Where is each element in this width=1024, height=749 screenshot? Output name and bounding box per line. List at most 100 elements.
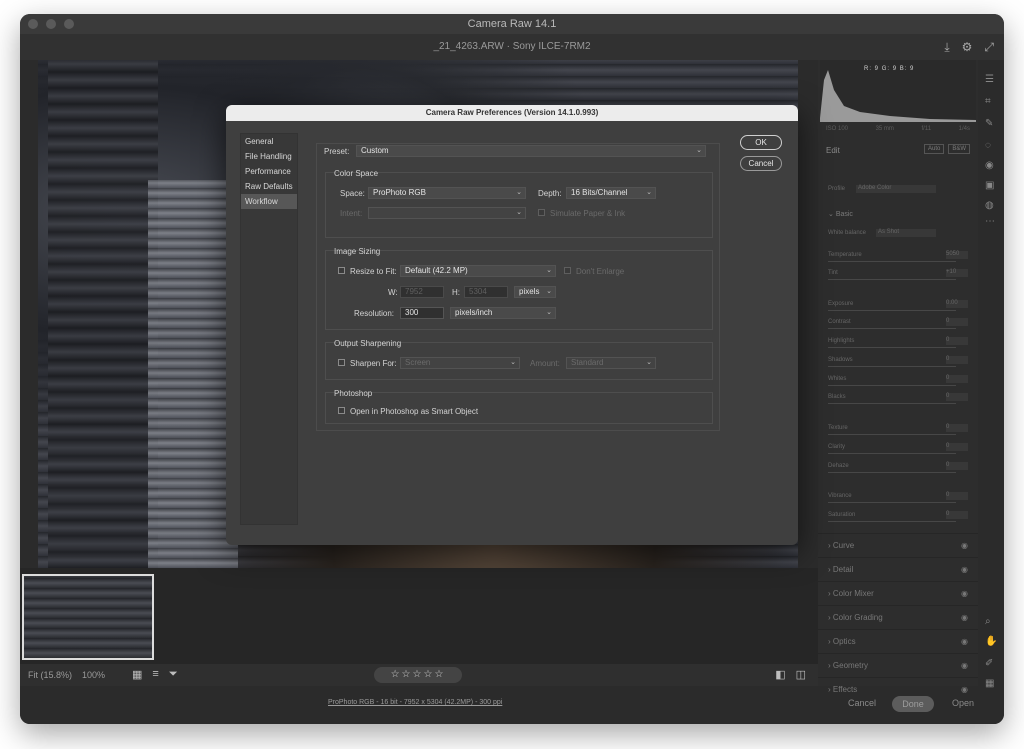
intent-dropdown[interactable]: ⌄ bbox=[368, 207, 526, 219]
nav-general[interactable]: General bbox=[241, 134, 297, 149]
slider-value-input[interactable]: 0 bbox=[946, 393, 968, 401]
sort-icon[interactable]: ≡ bbox=[152, 668, 158, 681]
zoom-window-button[interactable] bbox=[64, 19, 74, 29]
slider-value-input[interactable]: 0 bbox=[946, 318, 968, 326]
bw-button[interactable]: B&W bbox=[948, 144, 970, 154]
slider-value-input[interactable]: 5050 bbox=[946, 251, 968, 259]
compare-icon[interactable]: ◫ bbox=[796, 668, 806, 681]
mask-icon[interactable]: ◌ bbox=[985, 140, 991, 151]
width-input[interactable]: 7952 bbox=[400, 286, 444, 298]
slider-value-input[interactable]: 0 bbox=[946, 337, 968, 345]
nav-performance[interactable]: Performance bbox=[241, 164, 297, 179]
section-geometry[interactable]: › Geometry ◉ bbox=[818, 653, 978, 677]
slider-track[interactable] bbox=[828, 472, 956, 473]
slider-value-input[interactable]: 0 bbox=[946, 492, 968, 500]
nav-file-handling[interactable]: File Handling bbox=[241, 149, 297, 164]
slider-track[interactable] bbox=[828, 261, 956, 262]
profile-dropdown[interactable]: Adobe Color bbox=[856, 185, 936, 193]
fullscreen-icon[interactable]: ⤢ bbox=[984, 34, 994, 60]
color-sampler-icon[interactable]: ✐ bbox=[985, 658, 993, 669]
slider-track[interactable] bbox=[828, 385, 956, 386]
nav-raw-defaults[interactable]: Raw Defaults bbox=[241, 179, 297, 194]
zoom-dropdown[interactable]: 100% bbox=[82, 670, 105, 680]
section-color-mixer[interactable]: › Color Mixer ◉ bbox=[818, 581, 978, 605]
close-window-button[interactable] bbox=[28, 19, 38, 29]
fit-zoom-button[interactable]: Fit (15.8%) bbox=[28, 670, 72, 680]
slider-value-input[interactable]: 0 bbox=[946, 375, 968, 383]
zoom-tool-icon[interactable]: ⌕ bbox=[985, 616, 991, 627]
resolution-unit-dropdown[interactable]: pixels/inch ⌄ bbox=[450, 307, 556, 319]
section-curve[interactable]: › Curve ◉ bbox=[818, 533, 978, 557]
slider-value-input[interactable]: 0 bbox=[946, 424, 968, 432]
sharpen-for-checkbox[interactable] bbox=[338, 359, 345, 366]
filter-icon[interactable]: ⏷ bbox=[169, 668, 178, 681]
slider-value-input[interactable]: 0.00 bbox=[946, 300, 968, 308]
slider-track[interactable] bbox=[828, 279, 956, 280]
gear-icon[interactable]: ⚙ bbox=[962, 34, 973, 60]
more-icon[interactable]: ⋯ bbox=[985, 216, 995, 227]
nav-workflow[interactable]: Workflow bbox=[241, 194, 297, 209]
visibility-eye-icon[interactable]: ◉ bbox=[961, 654, 968, 678]
simulate-paper-checkbox[interactable] bbox=[538, 209, 545, 216]
visibility-eye-icon[interactable]: ◉ bbox=[961, 678, 968, 702]
slider-value-input[interactable]: 0 bbox=[946, 511, 968, 519]
minimize-window-button[interactable] bbox=[46, 19, 56, 29]
resolution-input[interactable]: 300 bbox=[400, 307, 444, 319]
slider-value-input[interactable]: 0 bbox=[946, 462, 968, 470]
slider-track[interactable] bbox=[828, 453, 956, 454]
slider-track[interactable] bbox=[828, 434, 956, 435]
depth-dropdown[interactable]: 16 Bits/Channel ⌄ bbox=[566, 187, 656, 199]
dialog-cancel-button[interactable]: Cancel bbox=[740, 156, 782, 171]
visibility-eye-icon[interactable]: ◉ bbox=[961, 630, 968, 654]
white-balance-dropdown[interactable]: As Shot bbox=[876, 229, 936, 237]
visibility-eye-icon[interactable]: ◉ bbox=[961, 534, 968, 558]
slider-track[interactable] bbox=[828, 521, 956, 522]
section-detail[interactable]: › Detail ◉ bbox=[818, 557, 978, 581]
height-input[interactable]: 5304 bbox=[464, 286, 508, 298]
sharpen-for-dropdown[interactable]: Screen ⌄ bbox=[400, 357, 520, 369]
section-color-grading[interactable]: › Color Grading ◉ bbox=[818, 605, 978, 629]
slider-track[interactable] bbox=[828, 310, 956, 311]
save-icon[interactable]: ⤓ bbox=[944, 34, 949, 60]
crop-icon[interactable]: ⌗ bbox=[985, 96, 991, 107]
before-after-icon[interactable]: ◧ bbox=[775, 668, 785, 681]
amount-dropdown[interactable]: Standard ⌄ bbox=[566, 357, 656, 369]
auto-button[interactable]: Auto bbox=[923, 144, 945, 154]
filmstrip-layout-icon[interactable]: ▦ bbox=[132, 668, 142, 681]
slider-track[interactable] bbox=[828, 502, 956, 503]
dont-enlarge-checkbox[interactable] bbox=[564, 267, 571, 274]
star-rating[interactable]: ☆☆☆☆☆ bbox=[374, 667, 462, 683]
space-dropdown[interactable]: ProPhoto RGB ⌄ bbox=[368, 187, 526, 199]
brush-icon[interactable]: ✎ bbox=[985, 118, 993, 129]
slider-track[interactable] bbox=[828, 366, 956, 367]
visibility-eye-icon[interactable]: ◉ bbox=[961, 558, 968, 582]
resize-to-fit-checkbox[interactable] bbox=[338, 267, 345, 274]
red-eye-icon[interactable]: ◉ bbox=[985, 160, 994, 171]
slider-track[interactable] bbox=[828, 403, 956, 404]
hand-tool-icon[interactable]: ✋ bbox=[985, 636, 997, 647]
visibility-eye-icon[interactable]: ◉ bbox=[961, 606, 968, 630]
filmstrip-thumbnail[interactable] bbox=[22, 574, 154, 660]
simulate-paper-label: Simulate Paper & Ink bbox=[550, 209, 626, 218]
slider-track[interactable] bbox=[828, 347, 956, 348]
workflow-options-link[interactable]: ProPhoto RGB - 16 bit - 7952 x 5304 (42.… bbox=[328, 699, 502, 706]
section-optics[interactable]: › Optics ◉ bbox=[818, 629, 978, 653]
slider-value-input[interactable]: 0 bbox=[946, 356, 968, 364]
size-unit-dropdown[interactable]: pixels ⌄ bbox=[514, 286, 556, 298]
slider-row-shadows: Shadows 0 bbox=[828, 356, 968, 367]
edit-sliders-icon[interactable]: ☰ bbox=[985, 74, 994, 85]
snapshot-icon[interactable]: ▣ bbox=[985, 180, 994, 191]
section-effects[interactable]: › Effects ◉ bbox=[818, 677, 978, 701]
visibility-eye-icon[interactable]: ◉ bbox=[961, 582, 968, 606]
resize-to-fit-dropdown[interactable]: Default (42.2 MP) ⌄ bbox=[400, 265, 556, 277]
slider-value-input[interactable]: +10 bbox=[946, 269, 968, 277]
grid-icon[interactable]: ▦ bbox=[985, 678, 994, 689]
slider-track[interactable] bbox=[828, 328, 956, 329]
ok-button[interactable]: OK bbox=[740, 135, 782, 150]
slider-value-input[interactable]: 0 bbox=[946, 443, 968, 451]
presets-icon[interactable]: ◍ bbox=[985, 200, 994, 211]
slider-label: Whites bbox=[828, 376, 847, 382]
output-sharpening-group: Output Sharpening Sharpen For: Screen ⌄ A… bbox=[325, 339, 713, 380]
basic-header[interactable]: ⌄ Basic bbox=[828, 210, 968, 218]
smart-object-checkbox[interactable] bbox=[338, 407, 345, 414]
